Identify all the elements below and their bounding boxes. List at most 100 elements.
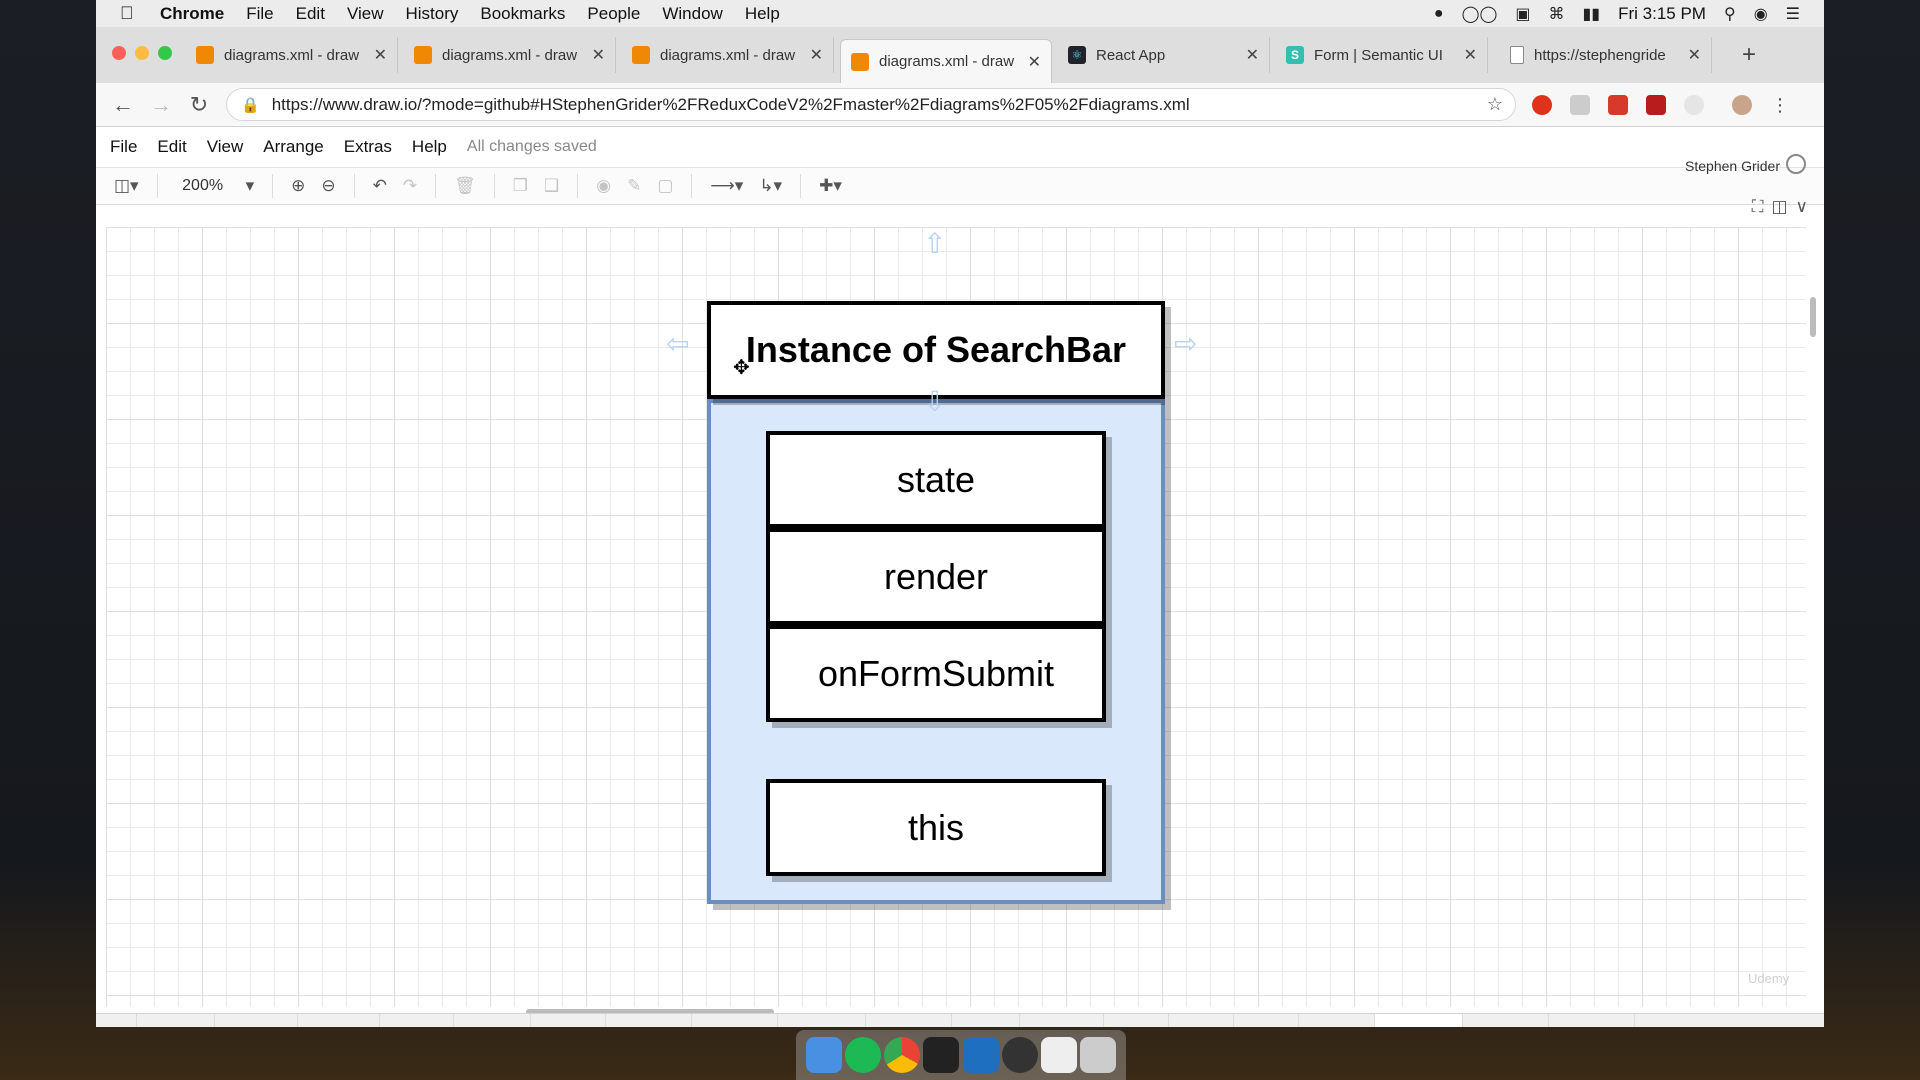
drawio-menu-file[interactable]: File	[110, 137, 137, 157]
menu-people[interactable]: People	[587, 4, 640, 24]
globe-icon[interactable]	[1786, 154, 1806, 174]
line-color-icon[interactable]: ✎	[627, 176, 641, 196]
menu-chrome[interactable]: Chrome	[160, 4, 224, 24]
page-tab[interactable]: 12 - c v uc	[776, 1013, 865, 1027]
vscode-icon[interactable]	[962, 1037, 999, 1073]
page-tab-active[interactable]: 16 - con...	[1373, 1013, 1462, 1027]
menu-view[interactable]: View	[347, 4, 384, 24]
page-tab[interactable]: 08 - eve...	[690, 1013, 777, 1027]
opera-extension-icon[interactable]	[1532, 95, 1552, 115]
back-icon[interactable]: ←	[104, 92, 142, 118]
menu-history[interactable]: History	[405, 4, 458, 24]
drawio-menu-edit[interactable]: Edit	[157, 137, 186, 157]
finder-icon[interactable]	[805, 1037, 842, 1073]
spotlight-search-icon[interactable]: ⚲	[1724, 4, 1736, 24]
add-page-button[interactable]: +	[1794, 1022, 1824, 1028]
method-box-render[interactable]: render	[766, 528, 1106, 625]
forward-icon[interactable]: →	[142, 92, 180, 118]
url-text[interactable]: https://www.draw.io/?mode=github#HStephe…	[272, 95, 1487, 115]
page-tab[interactable]: Page-20	[1297, 1013, 1374, 1027]
zoom-level[interactable]: 200%	[168, 177, 238, 195]
menu-bookmarks[interactable]: Bookmarks	[480, 4, 565, 24]
profile-avatar[interactable]	[1732, 95, 1752, 115]
close-tab-icon[interactable]: ✕	[1246, 45, 1259, 65]
drawio-menu-view[interactable]: View	[207, 137, 244, 157]
page-tab[interactable]: 11 - sou...	[1018, 1013, 1104, 1027]
zoom-out-icon[interactable]: ⊖	[321, 176, 335, 196]
minimize-window-button[interactable]	[135, 46, 149, 60]
page-tab[interactable]: 17 - con...	[1461, 1013, 1548, 1027]
new-tab-button[interactable]: +	[1742, 41, 1756, 69]
close-tab-icon[interactable]: ✕	[1464, 45, 1477, 65]
bookmark-star-icon[interactable]: ☆	[1487, 94, 1503, 115]
format-toggle-icon[interactable]: ◫	[1771, 197, 1787, 217]
close-window-button[interactable]	[112, 46, 126, 60]
page-tab[interactable]: 07 - tree	[530, 1013, 605, 1027]
page-tab[interactable]: 02 - mo...	[214, 1013, 296, 1027]
to-front-icon[interactable]: ❒	[513, 176, 528, 196]
redo-icon[interactable]: ↷	[403, 176, 417, 196]
glasses-icon[interactable]: ◯◯	[1462, 4, 1498, 24]
spotify-icon[interactable]	[844, 1037, 881, 1073]
connection-icon[interactable]: ⟶▾	[710, 176, 743, 196]
collapse-icon[interactable]: ∨	[1796, 197, 1808, 217]
wifi-icon[interactable]: ⌘	[1549, 4, 1565, 24]
page-tab[interactable]: 03 - mo...	[296, 1013, 379, 1027]
menu-help[interactable]: Help	[745, 4, 780, 24]
chrome-icon[interactable]	[884, 1037, 921, 1073]
fill-color-icon[interactable]: ◉	[596, 176, 611, 196]
browser-tab[interactable]: https://stephengride ✕	[1500, 37, 1712, 73]
user-name[interactable]: Stephen Grider	[1685, 158, 1780, 174]
lock-icon[interactable]: 🔒	[241, 96, 260, 114]
terminal-icon[interactable]	[923, 1037, 960, 1073]
maximize-window-button[interactable]	[158, 46, 172, 60]
docker-icon[interactable]: ▣	[1515, 4, 1530, 24]
chrome-menu-icon[interactable]: ⋮	[1770, 95, 1790, 115]
connect-down-arrow-icon[interactable]: ⇩	[923, 385, 946, 418]
extension-icon[interactable]	[1608, 95, 1628, 115]
clock[interactable]: Fri 3:15 PM	[1618, 4, 1706, 24]
address-bar[interactable]: 🔒 https://www.draw.io/?mode=github#HStep…	[226, 88, 1516, 121]
notification-center-icon[interactable]: ☰	[1786, 4, 1800, 24]
close-tab-icon[interactable]: ✕	[1028, 52, 1041, 72]
zoom-in-icon[interactable]: ⊕	[291, 176, 305, 196]
fullscreen-icon[interactable]: ⛶	[1752, 197, 1764, 217]
pages-menu-icon[interactable]: ⋮	[96, 1024, 136, 1027]
menu-file[interactable]: File	[246, 4, 273, 24]
drawio-menu-help[interactable]: Help	[412, 137, 447, 157]
page-tab[interactable]: 10 - val	[950, 1013, 1019, 1027]
siri-icon[interactable]: ◉	[1754, 4, 1768, 24]
extension-icon[interactable]	[1684, 95, 1704, 115]
method-box-onformsubmit[interactable]: onFormSubmit	[766, 625, 1106, 722]
page-tab[interactable]: 15 - cb	[1233, 1013, 1298, 1027]
applications-folder-icon[interactable]	[1041, 1037, 1078, 1073]
format-panel-icon[interactable]: ◫▾	[114, 176, 139, 196]
page-tab[interactable]: 18 - form	[1634, 1013, 1713, 1027]
reload-icon[interactable]: ↻	[180, 92, 218, 118]
browser-tab[interactable]: ⚛ React App ✕	[1058, 37, 1270, 73]
close-tab-icon[interactable]: ✕	[810, 45, 823, 65]
browser-tab[interactable]: diagrams.xml - draw ✕	[186, 37, 398, 73]
page-tab[interactable]: 14 - cb	[1168, 1013, 1233, 1027]
connect-left-arrow-icon[interactable]: ⇦	[666, 327, 689, 360]
page-tab[interactable]: 09 - con...	[864, 1013, 951, 1027]
browser-tab[interactable]: diagrams.xml - draw ✕	[622, 37, 834, 73]
menu-window[interactable]: Window	[662, 4, 722, 24]
page-tab[interactable]: 08 - eve...	[605, 1013, 691, 1027]
shadow-icon[interactable]: ▢	[657, 176, 673, 196]
waypoints-icon[interactable]: ↳▾	[759, 176, 782, 196]
obs-icon[interactable]	[1001, 1037, 1038, 1073]
connect-up-arrow-icon[interactable]: ⇧	[923, 227, 946, 260]
zoom-dropdown-icon[interactable]: ▾	[246, 176, 255, 196]
battery-icon[interactable]: ▮▮	[1583, 4, 1601, 24]
browser-tab[interactable]: diagrams.xml - draw ✕	[404, 37, 616, 73]
app-status-icon[interactable]: ●	[1434, 5, 1444, 23]
close-tab-icon[interactable]: ✕	[592, 45, 605, 65]
method-box-state[interactable]: state	[766, 431, 1106, 528]
page-tab[interactable]: 01 - todo	[136, 1013, 214, 1027]
trash-icon[interactable]	[1080, 1037, 1117, 1073]
connect-right-arrow-icon[interactable]: ⇨	[1174, 327, 1197, 360]
page-tab[interactable]: 05 - app	[378, 1013, 453, 1027]
vertical-scrollbar[interactable]	[1810, 297, 1816, 337]
css-extension-icon[interactable]	[1570, 95, 1590, 115]
